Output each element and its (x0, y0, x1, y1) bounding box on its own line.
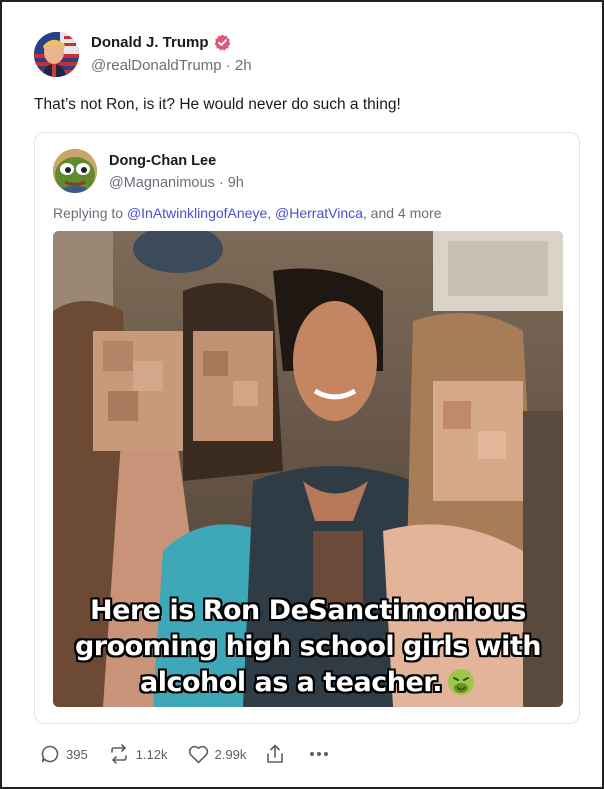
quoted-avatar-image (53, 149, 97, 193)
quoted-author-handle[interactable]: @Magnanimous (109, 175, 215, 191)
replying-to-line: Replying to @InAtwinklingofAneye, @Herra… (53, 205, 442, 221)
quoted-meta-separator: · (218, 175, 224, 191)
reply-count: 395 (66, 746, 88, 762)
share-icon (267, 744, 284, 763)
like-count: 2.99k (214, 746, 247, 762)
author-name[interactable]: Donald J. Trump (91, 34, 209, 51)
more-icon[interactable] (310, 752, 329, 756)
more-dot (317, 752, 322, 756)
quoted-post[interactable]: Dong-Chan Lee @Magnanimous · 9h Replying… (34, 132, 580, 724)
repost-icon (110, 744, 127, 764)
repost-count: 1.12k (135, 746, 168, 762)
quoted-author-avatar[interactable] (53, 149, 97, 193)
more-dot (324, 752, 329, 756)
post-time[interactable]: 2h (235, 57, 252, 74)
verified-badge-icon (214, 34, 231, 51)
more-dot (310, 752, 315, 756)
caption-line-1: Here is Ron DeSanctimonious (90, 595, 526, 626)
quoted-author-identity: Dong-Chan Lee @Magnanimous · 9h (109, 153, 244, 191)
image-caption: Here is Ron DeSanctimonious grooming hig… (53, 593, 563, 701)
more-mentions-text: , and 4 more (362, 205, 442, 221)
share-button[interactable] (266, 744, 290, 764)
author-name-row: Donald J. Trump (91, 34, 252, 51)
caption-line-2: grooming high school girls with (74, 631, 542, 662)
nauseated-face-emoji (447, 669, 474, 695)
quoted-post-image[interactable]: Here is Ron DeSanctimonious grooming hig… (53, 231, 563, 707)
author-meta: @realDonaldTrump · 2h (91, 57, 252, 74)
reply-icon (41, 745, 59, 763)
mention-comma: , (267, 205, 272, 221)
caption-line-3: alcohol as a teacher. (140, 667, 442, 698)
author-identity: Donald J. Trump @realDonaldTrump · 2h (91, 34, 252, 74)
repost-button[interactable]: 1.12k (108, 744, 168, 764)
caption-line-3-wrap: alcohol as a teacher. (53, 665, 563, 701)
post-card: Donald J. Trump @realDonaldTrump · 2h Th… (0, 0, 604, 789)
post-text: That’s not Ron, is it? He would never do… (34, 96, 401, 113)
avatar-image (34, 32, 79, 77)
replying-to-label: Replying to (53, 205, 124, 221)
mention-link[interactable]: @HerratVinca (275, 205, 363, 221)
quoted-author-name[interactable]: Dong-Chan Lee (109, 153, 244, 169)
quoted-post-header: Dong-Chan Lee @Magnanimous · 9h (53, 149, 244, 193)
meta-separator: · (225, 57, 231, 74)
author-handle[interactable]: @realDonaldTrump (91, 57, 222, 74)
author-avatar[interactable] (34, 32, 79, 77)
reply-button[interactable]: 395 (40, 744, 88, 764)
post-header: Donald J. Trump @realDonaldTrump · 2h (34, 32, 252, 77)
action-bar: 395 1.12k 2.99k (40, 744, 329, 764)
quoted-post-time[interactable]: 9h (228, 175, 244, 191)
mention-link[interactable]: @InAtwinklingofAneye (127, 205, 267, 221)
like-button[interactable]: 2.99k (188, 745, 247, 764)
quoted-author-meta: @Magnanimous · 9h (109, 175, 244, 191)
like-icon (188, 745, 208, 763)
